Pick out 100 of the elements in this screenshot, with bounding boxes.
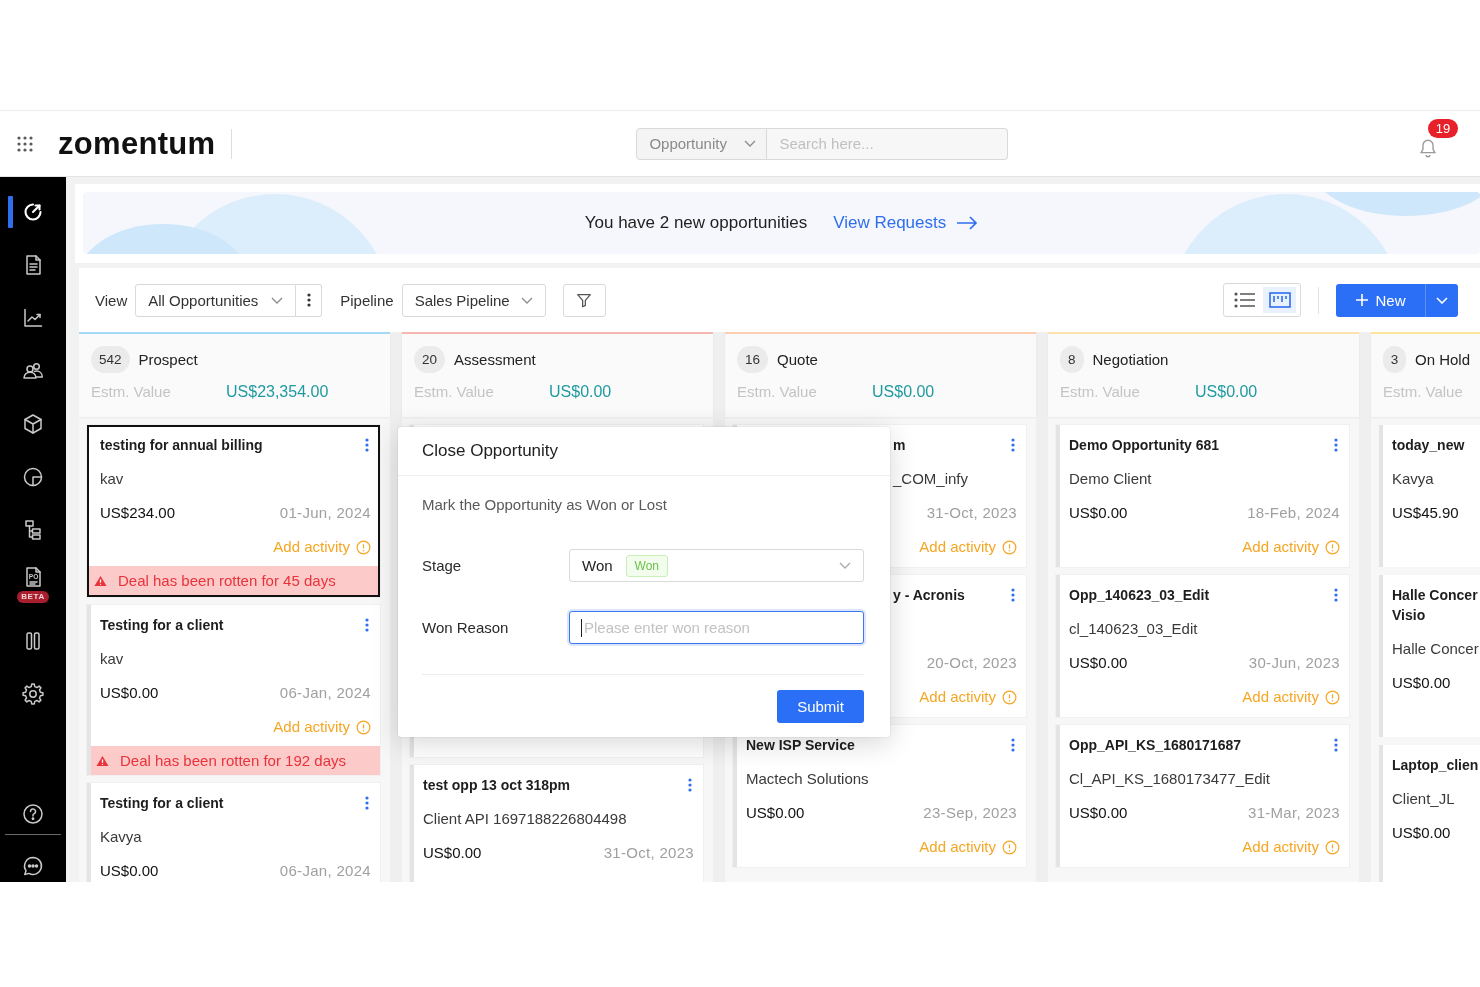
list-icon <box>1233 292 1256 308</box>
filter-button[interactable] <box>562 283 606 317</box>
client-name: Client_JL <box>1392 789 1455 809</box>
close-date: 20-Oct, 2023 <box>926 653 1017 673</box>
card-title: today_new <box>1392 436 1466 455</box>
deal-amount: US$45.90 <box>1392 503 1459 523</box>
rotten-warning-text: Deal has been rotten for 192 days <box>120 752 346 769</box>
exclamation-circle-icon <box>1325 539 1340 555</box>
more-options-icon[interactable] <box>1011 438 1015 452</box>
opportunity-card[interactable]: Testing for a client kav US$0.00 06-Jan, 2024 Add activity Deal has been rotten for 192 days <box>87 605 380 775</box>
field-label: Won Reason <box>422 619 510 636</box>
exclamation-circle-icon <box>356 539 371 555</box>
dialog-title: Close Opportunity <box>422 441 559 461</box>
arrow-right-icon <box>956 216 979 230</box>
deal-amount: US$0.00 <box>1069 803 1128 823</box>
chat-icon <box>21 854 45 878</box>
opportunity-card[interactable]: Opp_API_KS_1680171687 Cl_API_KS_1680173477_Edit US$0.00 31-Mar, 2023 Add activity <box>1056 725 1349 867</box>
rotten-warning-text: Deal has been rotten for 45 days <box>118 572 336 589</box>
opportunity-card[interactable]: today_new Kavya US$45.90 <box>1379 425 1480 567</box>
client-name: Halle Concer <box>1392 639 1479 659</box>
opportunity-card[interactable]: test opp 13 oct 318pm Client API 1697188226804498 US$0.00 31-Oct, 2023 <box>410 765 703 882</box>
card-title: Demo Opportunity 681 <box>1069 436 1221 455</box>
stage-name: On Hold <box>1415 351 1471 368</box>
view-dropdown[interactable]: All Opportunities <box>135 283 297 317</box>
card-title: Opp_140623_03_Edit <box>1069 586 1211 605</box>
exclamation-circle-icon <box>356 719 371 735</box>
client-name: Cl_API_KS_1680173477_Edit <box>1069 769 1270 789</box>
count-badge: 20 <box>414 346 446 373</box>
card-title: Halle Concer Visio <box>1392 586 1479 625</box>
opportunity-card[interactable]: New ISP Service Mactech Solutions US$0.00 23-Sep, 2023 Add activity <box>733 725 1026 867</box>
more-options-icon[interactable] <box>688 778 692 792</box>
estimate-value: US$23,354.00 <box>226 382 329 402</box>
stage-name: Quote <box>777 351 818 368</box>
beta-badge: BETA <box>17 591 49 603</box>
card-title: y - Acronis <box>893 586 966 605</box>
estimate-value: US$0.00 <box>1195 382 1258 402</box>
opportunity-card[interactable]: Testing for a client Kavya US$0.00 06-Jan, 2024 <box>87 783 380 882</box>
settings-icon <box>21 681 45 706</box>
exclamation-circle-icon <box>1325 689 1340 705</box>
app-grid-icon[interactable] <box>16 134 34 153</box>
deal-amount: US$0.00 <box>100 861 159 881</box>
client-name: Kavya <box>1392 469 1434 489</box>
warning-icon <box>94 574 107 587</box>
pipeline-dropdown[interactable]: Sales Pipeline <box>401 283 546 317</box>
chevron-down-icon <box>744 140 757 147</box>
chevron-down-icon <box>271 296 284 304</box>
exclamation-circle-icon <box>1002 839 1017 855</box>
client-name: Mactech Solutions <box>746 769 869 789</box>
opportunity-card[interactable]: Opp_140623_03_Edit cl_140623_03_Edit US$0.00 30-Jun, 2023 Add activity <box>1056 575 1349 717</box>
more-options-icon[interactable] <box>1334 438 1338 452</box>
new-button[interactable]: New <box>1336 283 1425 317</box>
client-name: cl_140623_03_Edit <box>1069 619 1198 639</box>
estimate-value: US$0.00 <box>549 382 612 402</box>
deal-amount: US$0.00 <box>423 843 482 863</box>
exclamation-circle-icon <box>1002 689 1017 705</box>
card-title: Opp_API_KS_1680171687 <box>1069 736 1242 755</box>
board-view-button[interactable] <box>1263 287 1296 313</box>
view-requests-link[interactable]: View Requests <box>833 213 979 233</box>
close-date: 31-Mar, 2023 <box>1248 803 1340 823</box>
deal-amount: US$0.00 <box>1069 653 1128 673</box>
close-date: 31-Oct, 2023 <box>603 843 694 863</box>
cube-icon <box>21 411 45 436</box>
more-options-icon[interactable] <box>1011 738 1015 752</box>
field-label: Stage <box>422 557 463 574</box>
text-cursor-icon <box>581 618 582 637</box>
card-title: Laptop_clien <box>1392 756 1480 775</box>
warning-icon <box>96 754 109 767</box>
more-options-icon[interactable] <box>1334 588 1338 602</box>
view-label: View <box>95 291 128 309</box>
new-options-button[interactable] <box>1425 283 1458 317</box>
close-date: 30-Jun, 2023 <box>1248 653 1340 673</box>
stage-name: Prospect <box>138 351 198 368</box>
opportunity-card[interactable]: Laptop_clien Client_JL US$0.00 <box>1379 745 1480 882</box>
stage-name: Assessment <box>454 351 536 368</box>
more-options-icon[interactable] <box>365 796 369 810</box>
more-options-icon[interactable] <box>365 618 369 632</box>
more-options-icon[interactable] <box>365 438 369 452</box>
close-date: 31-Oct, 2023 <box>926 503 1017 523</box>
banner-message: You have 2 new opportunities <box>584 213 808 233</box>
deal-amount: US$0.00 <box>1069 503 1128 523</box>
input-field[interactable]: Please enter won reason <box>569 611 864 644</box>
close-date: 01-Jun, 2024 <box>279 503 371 523</box>
deal-amount: US$0.00 <box>1392 673 1451 693</box>
card-title: m <box>893 436 907 455</box>
close-date: 23-Sep, 2023 <box>923 803 1017 823</box>
notification-badge: 19 <box>1428 118 1458 138</box>
count-badge: 8 <box>1060 346 1084 373</box>
opportunity-card[interactable]: testing for annual billing kav US$234.00 01-Jun, 2024 Add activity Deal has been rotten for 45 days <box>87 425 380 597</box>
chevron-down-icon <box>839 562 851 569</box>
pipeline-label: Pipeline <box>340 291 394 309</box>
client-name: _COM_infy <box>893 469 969 489</box>
client-name: Kavya <box>100 827 142 847</box>
dropdown-field[interactable]: Won Won <box>569 549 864 582</box>
opportunity-card[interactable]: Demo Opportunity 681 Demo Client US$0.00 18-Feb, 2024 Add activity <box>1056 425 1349 567</box>
more-options-icon[interactable] <box>1334 738 1338 752</box>
logo: zomentum <box>58 125 216 162</box>
filter-icon <box>575 291 594 309</box>
more-options-icon[interactable] <box>1011 588 1015 602</box>
opportunity-card[interactable]: Halle Concer Visio Halle Concer US$0.00 <box>1379 575 1480 737</box>
submit-button[interactable]: Submit <box>777 690 864 723</box>
